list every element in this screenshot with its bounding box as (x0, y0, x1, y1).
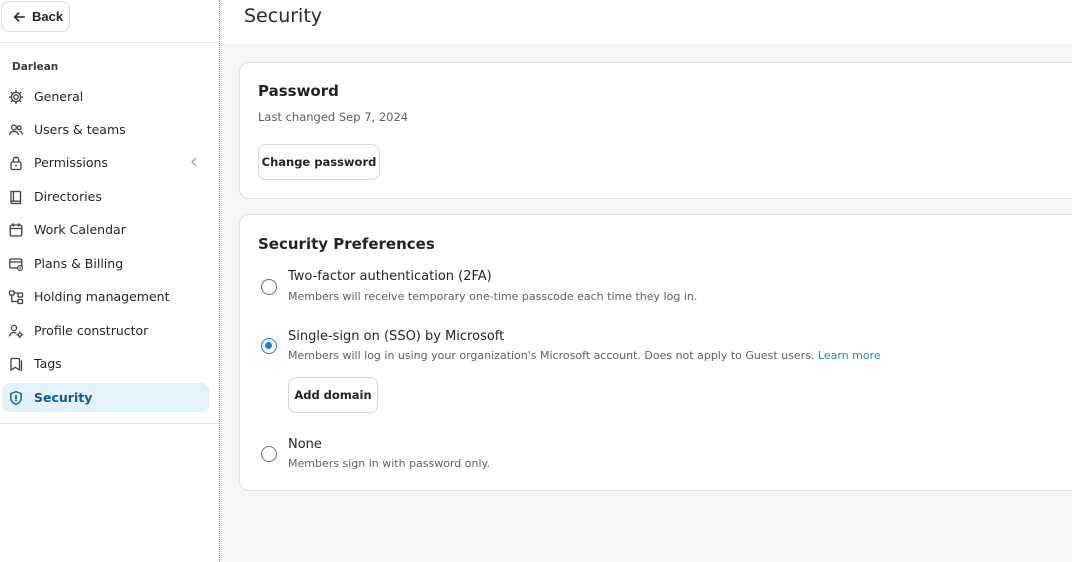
back-label: Back (32, 9, 64, 24)
sidebar-item-plans-billing[interactable]: Plans & Billing (2, 249, 209, 278)
sidebar-item-users-teams[interactable]: Users & teams (2, 115, 209, 144)
sidebar-divider (0, 42, 219, 43)
sidebar-item-permissions[interactable]: Permissions (2, 148, 209, 177)
gear-icon (8, 89, 24, 104)
page-title: Security (244, 5, 323, 27)
sidebar-item-holding-management[interactable]: Holding management (2, 282, 209, 311)
sidebar-item-label: Work Calendar (34, 222, 126, 237)
arrow-left-icon (13, 11, 26, 22)
sidebar-item-work-calendar[interactable]: Work Calendar (2, 215, 209, 244)
sidebar-item-label: General (34, 89, 84, 104)
radio-sso[interactable] (261, 338, 277, 354)
sidebar-item-security[interactable]: Security (2, 383, 209, 412)
sidebar-item-tags[interactable]: Tags (2, 349, 209, 378)
password-card: Password Last changed Sep 7, 2024 Change… (239, 62, 1072, 199)
sidebar-item-label: Security (34, 390, 93, 405)
shield-icon (10, 390, 22, 405)
sidebar: Back Darlean General Users & teams Permi… (0, 0, 220, 562)
option-none-description: Members sign in with password only. (288, 457, 490, 470)
profile-gear-icon (8, 324, 24, 338)
calendar-icon (9, 222, 23, 237)
sidebar-item-label: Plans & Billing (34, 256, 124, 271)
sidebar-item-directories[interactable]: Directories (2, 182, 209, 211)
change-password-button[interactable]: Change password (258, 144, 380, 180)
hierarchy-icon (8, 289, 24, 304)
password-title: Password (258, 82, 339, 100)
option-2fa-label: Two-factor authentication (2FA) (288, 269, 492, 284)
billing-icon (9, 257, 24, 271)
option-none-label: None (288, 437, 322, 452)
sidebar-item-label: Permissions (34, 155, 108, 170)
option-sso-description-row: Members will log in using your organizat… (288, 349, 881, 362)
sidebar-item-label: Holding management (34, 289, 170, 304)
tag-icon (10, 357, 23, 371)
sidebar-item-label: Users & teams (34, 122, 126, 137)
add-domain-button[interactable]: Add domain (288, 377, 378, 413)
sidebar-item-profile-constructor[interactable]: Profile constructor (2, 316, 209, 345)
org-name: Darlean (12, 61, 59, 73)
sidebar-item-label: Tags (34, 356, 62, 371)
sidebar-divider (0, 423, 219, 424)
page-header (221, 0, 1072, 44)
security-preferences-card: Security Preferences Two-factor authenti… (239, 214, 1072, 491)
option-2fa-description: Members will receive temporary one-time … (288, 290, 698, 303)
sidebar-item-label: Directories (34, 189, 102, 204)
lock-icon (10, 156, 22, 170)
users-icon (8, 123, 24, 135)
option-sso-description: Members will log in using your organizat… (288, 349, 815, 362)
password-last-changed: Last changed Sep 7, 2024 (258, 110, 409, 124)
radio-2fa[interactable] (261, 279, 277, 295)
preferences-title: Security Preferences (258, 235, 435, 253)
learn-more-link[interactable]: Learn more (818, 349, 881, 362)
sidebar-item-label: Profile constructor (34, 323, 149, 338)
book-icon (10, 190, 22, 204)
option-sso-label: Single-sign on (SSO) by Microsoft (288, 329, 505, 344)
chevron-left-icon[interactable] (187, 155, 201, 169)
back-button[interactable]: Back (1, 1, 70, 32)
radio-none[interactable] (261, 446, 277, 462)
sidebar-item-general[interactable]: General (2, 82, 209, 111)
